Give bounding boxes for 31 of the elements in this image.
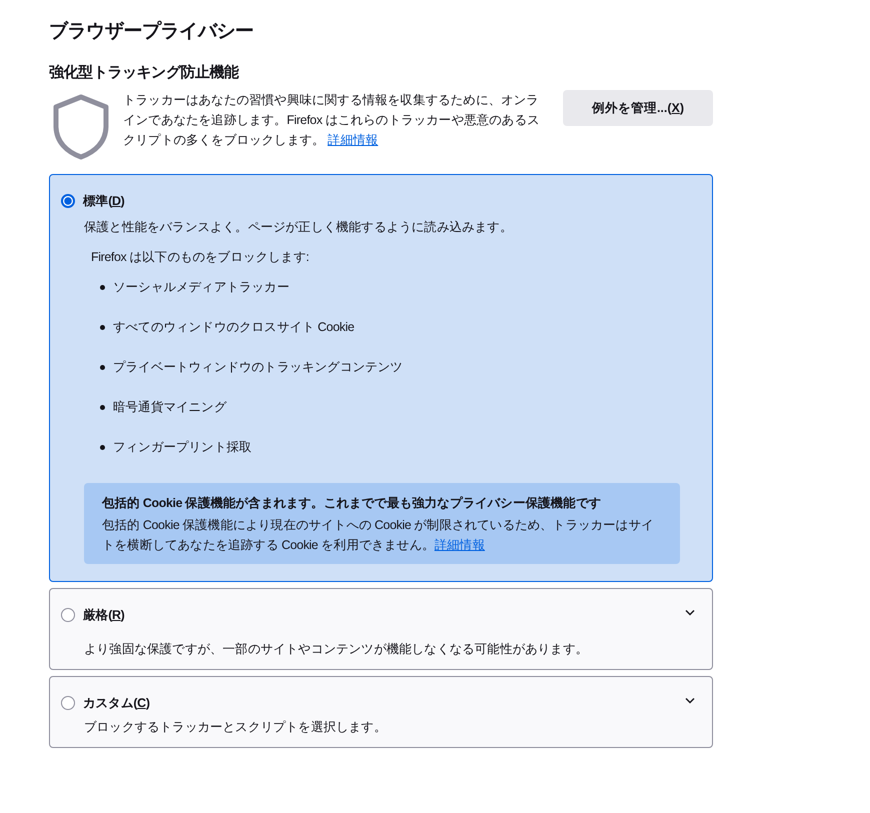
- blocked-item: ソーシャルメディアトラッカー: [113, 278, 290, 296]
- blocks-heading: Firefox は以下のものをブロックします:: [91, 249, 310, 266]
- bullet-icon: [100, 364, 105, 370]
- blocked-item: プライベートウィンドウのトラッキングコンテンツ: [113, 358, 403, 376]
- blocked-item: 暗号通貨マイニング: [113, 398, 226, 416]
- bullet-icon: [100, 324, 105, 330]
- section-heading: 強化型トラッキング防止機能: [49, 63, 240, 83]
- chevron-icon[interactable]: [685, 697, 695, 704]
- learn-more-link[interactable]: 詳細情報: [434, 538, 485, 552]
- notice-text: 包括的 Cookie 保護機能により現在のサイトへの Cookie が制限されているため、トラッカーはサイトを横断してあなたを追跡する Cookie を利用できません。詳細情報: [102, 517, 655, 554]
- option-description: ブロックするトラッカーとスクリプトを選択します。: [84, 719, 388, 736]
- bullet-icon: [100, 404, 105, 410]
- manage-exceptions-button[interactable]: 例外を管理...(X): [563, 90, 713, 126]
- description-text: トラッカーはあなたの習慣や興味に関する情報を収集するために、オンラインであなたを追跡します。Firefox はこれらのトラッカーや悪意のあるスクリプトの多くをブロックします。 詳細情報: [123, 92, 540, 149]
- radio-button[interactable]: [61, 608, 75, 622]
- chevron-icon[interactable]: [685, 609, 695, 616]
- bullet-icon: [100, 444, 105, 450]
- option-description: より強固な保護ですが、一部のサイトやコンテンツが機能しなくなる可能性があります。: [84, 641, 590, 658]
- shield-icon: [51, 94, 111, 160]
- blocked-item: すべてのウィンドウのクロスサイト Cookie: [113, 318, 354, 336]
- radio-button[interactable]: [61, 194, 75, 208]
- bullet-icon: [100, 284, 105, 290]
- blocked-item: フィンガープリント採取: [113, 438, 252, 456]
- learn-more-link[interactable]: 詳細情報: [328, 133, 378, 147]
- radio-button[interactable]: [61, 696, 75, 710]
- notice-title: 包括的 Cookie 保護機能が含まれます。これまでで最も強力なプライバシー保護機能です: [102, 495, 602, 512]
- option-label: 標準(D): [83, 192, 124, 210]
- option-label: カスタム(C): [83, 694, 150, 712]
- option-label: 厳格(R): [83, 606, 124, 624]
- option-description: 保護と性能をバランスよく。ページが正しく機能するように読み込みます。: [84, 219, 514, 236]
- page-title: ブラウザープライバシー: [49, 20, 255, 44]
